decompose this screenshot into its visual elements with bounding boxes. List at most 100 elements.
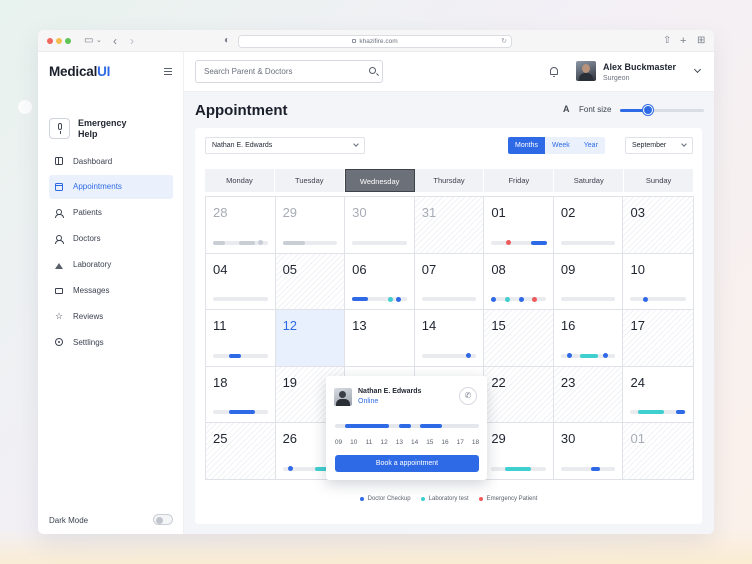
calendar-day[interactable]: 30 bbox=[554, 423, 624, 479]
month-select[interactable]: September bbox=[625, 137, 693, 154]
calendar-day[interactable]: 01 bbox=[623, 423, 694, 479]
chevron-down-icon[interactable] bbox=[693, 65, 702, 74]
calendar-day[interactable]: 24 bbox=[623, 367, 693, 423]
calendar-day[interactable]: 28 bbox=[206, 197, 276, 253]
dark-mode-toggle[interactable] bbox=[153, 514, 173, 525]
timeline-booked-slot[interactable] bbox=[420, 424, 442, 428]
calendar-day[interactable]: 11 bbox=[206, 310, 276, 366]
phone-icon[interactable]: ✆ bbox=[459, 387, 477, 405]
sidebar-item-settings[interactable]: Settlings bbox=[49, 330, 173, 354]
event-marker[interactable] bbox=[505, 466, 532, 471]
calendar-day[interactable]: 05 bbox=[275, 253, 346, 310]
sidebar-toggle-icon[interactable]: ▭ bbox=[84, 34, 93, 48]
event-marker[interactable] bbox=[643, 296, 649, 302]
calendar-day[interactable]: 29 bbox=[484, 423, 554, 479]
tab-months[interactable]: Months bbox=[508, 137, 545, 154]
back-icon[interactable]: ‹ bbox=[113, 34, 117, 48]
close-window-button[interactable] bbox=[47, 38, 53, 44]
calendar-day[interactable]: 15 bbox=[484, 310, 554, 366]
address-bar[interactable]: khazifire.com ↻ bbox=[238, 35, 512, 48]
tab-week[interactable]: Week bbox=[544, 137, 577, 154]
calendar-day[interactable]: 30 bbox=[345, 197, 415, 253]
new-tab-icon[interactable]: + bbox=[680, 34, 686, 48]
event-marker[interactable] bbox=[239, 240, 255, 245]
calendar-day[interactable]: 14 bbox=[415, 310, 485, 366]
event-marker[interactable] bbox=[282, 240, 305, 245]
event-marker[interactable] bbox=[388, 296, 394, 302]
maximize-window-button[interactable] bbox=[65, 38, 71, 44]
sidebar-item-label: Settlings bbox=[73, 337, 104, 347]
tab-year[interactable]: Year bbox=[576, 137, 605, 154]
calendar-day[interactable]: 25 bbox=[206, 423, 276, 479]
event-marker[interactable] bbox=[519, 296, 525, 302]
avatar[interactable] bbox=[576, 61, 596, 81]
calendar-day[interactable]: 09 bbox=[554, 253, 624, 310]
font-size-slider[interactable] bbox=[620, 105, 704, 115]
forward-icon[interactable]: › bbox=[130, 34, 134, 48]
sidebar-item-reviews[interactable]: ☆ Reviews bbox=[49, 304, 173, 328]
day-number: 08 bbox=[491, 261, 506, 277]
doctor-select[interactable]: Nathan E. Edwards bbox=[205, 137, 365, 154]
calendar-day[interactable]: 01 bbox=[484, 197, 554, 253]
event-marker[interactable] bbox=[590, 466, 600, 471]
chevron-down-icon[interactable]: ⌄ bbox=[96, 34, 102, 48]
sidebar-item-dashboard[interactable]: Dashboard bbox=[49, 149, 173, 173]
calendar-day[interactable]: 10 bbox=[623, 254, 693, 310]
search-icon[interactable] bbox=[369, 67, 376, 74]
event-marker[interactable] bbox=[352, 297, 369, 302]
book-appointment-button[interactable]: Book a appointment bbox=[335, 455, 479, 472]
search-input[interactable]: Search Parent & Doctors bbox=[195, 60, 383, 83]
event-track bbox=[560, 353, 616, 359]
event-marker[interactable] bbox=[638, 410, 665, 415]
event-marker[interactable] bbox=[566, 353, 572, 359]
calendar-day[interactable]: 29 bbox=[276, 197, 346, 253]
calendar-day[interactable]: 02 bbox=[554, 197, 624, 253]
event-marker[interactable] bbox=[602, 353, 608, 359]
calendar-day[interactable]: 31 bbox=[414, 197, 485, 253]
event-marker[interactable] bbox=[465, 353, 471, 359]
event-marker[interactable] bbox=[229, 353, 241, 358]
calendar-day[interactable]: 23 bbox=[553, 366, 624, 423]
sidebar-item-messages[interactable]: Messages bbox=[49, 278, 173, 302]
reload-icon[interactable]: ↻ bbox=[501, 36, 507, 47]
event-marker[interactable] bbox=[531, 240, 548, 245]
event-marker[interactable] bbox=[532, 296, 538, 302]
event-marker[interactable] bbox=[314, 466, 327, 471]
calendar-day-selected[interactable]: 12 bbox=[275, 310, 346, 366]
font-size-slider-handle[interactable] bbox=[642, 105, 653, 115]
bell-icon[interactable] bbox=[550, 67, 558, 77]
calendar-day[interactable]: 06 bbox=[345, 253, 415, 310]
sidebar-item-appointments[interactable]: Appointments bbox=[49, 174, 173, 199]
event-marker[interactable] bbox=[579, 353, 598, 358]
event-marker[interactable] bbox=[229, 410, 255, 415]
event-marker[interactable] bbox=[213, 240, 225, 245]
menu-collapse-icon[interactable] bbox=[164, 68, 172, 75]
calendar-day[interactable]: 13 bbox=[345, 310, 415, 366]
event-marker[interactable] bbox=[505, 296, 511, 302]
event-marker[interactable] bbox=[676, 410, 686, 415]
event-marker[interactable] bbox=[396, 296, 402, 302]
calendar-day[interactable]: 17 bbox=[623, 310, 694, 366]
calendar-day[interactable]: 07 bbox=[415, 253, 485, 310]
share-icon[interactable]: ⇧ bbox=[663, 34, 671, 48]
brand-logo[interactable]: MedicalUI bbox=[49, 64, 110, 79]
minimize-window-button[interactable] bbox=[56, 38, 62, 44]
shield-icon[interactable]: ◐ bbox=[224, 34, 230, 48]
calendar-day[interactable]: 22 bbox=[484, 366, 554, 423]
calendar-day[interactable]: 16 bbox=[554, 310, 624, 366]
event-marker[interactable] bbox=[258, 240, 263, 246]
calendar-day[interactable]: 08 bbox=[484, 253, 554, 310]
emergency-help-button[interactable]: Emergency Help bbox=[49, 118, 138, 139]
event-marker[interactable] bbox=[287, 466, 293, 472]
sidebar-item-doctors[interactable]: Doctors bbox=[49, 227, 173, 251]
sidebar-item-laboratory[interactable]: Laboratory bbox=[49, 253, 173, 277]
timeline-booked-slot[interactable] bbox=[399, 424, 411, 428]
event-marker[interactable] bbox=[491, 296, 497, 302]
event-marker[interactable] bbox=[506, 240, 512, 246]
timeline-booked-slot[interactable] bbox=[345, 424, 389, 428]
sidebar-item-patients[interactable]: Patients bbox=[49, 201, 173, 225]
calendar-day[interactable]: 18 bbox=[206, 366, 276, 423]
tab-overview-icon[interactable]: ⊞ bbox=[697, 34, 705, 48]
calendar-day[interactable]: 03 bbox=[623, 197, 694, 253]
calendar-day[interactable]: 04 bbox=[206, 253, 276, 310]
